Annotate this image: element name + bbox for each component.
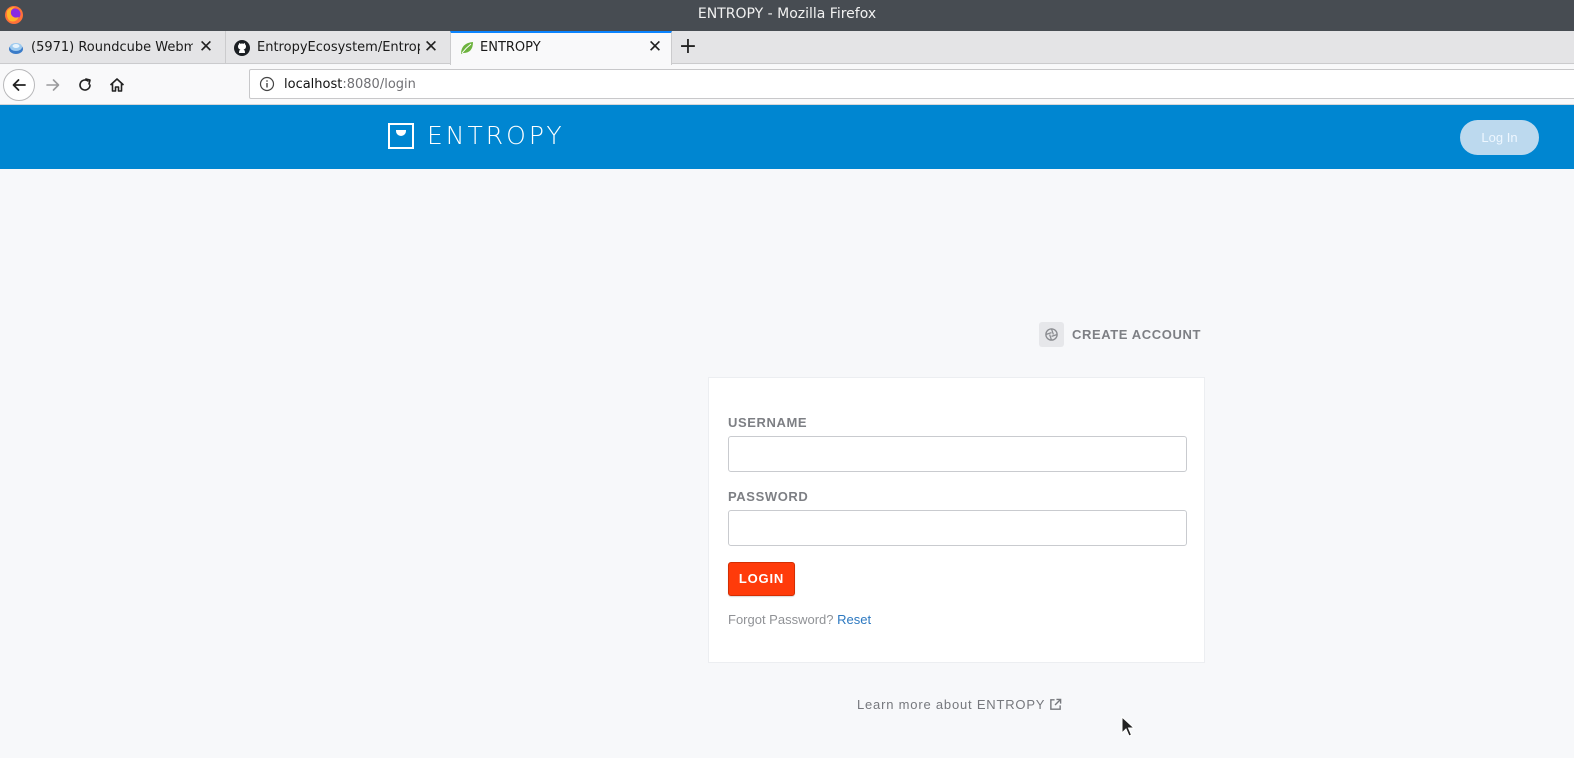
tab-github[interactable]: EntropyEcosystem/Entropy ✕ — [225, 31, 449, 64]
login-card: USERNAME PASSWORD LOGIN Forgot Password?… — [708, 377, 1205, 663]
forward-button[interactable] — [37, 69, 69, 101]
tab-label: ENTROPY — [480, 40, 541, 55]
password-input[interactable] — [728, 510, 1187, 546]
forgot-password-text: Forgot Password? — [728, 612, 834, 627]
entropy-logo-icon[interactable] — [388, 123, 414, 149]
mouse-pointer-icon — [1121, 716, 1135, 737]
window-titlebar: ENTROPY - Mozilla Firefox — [0, 0, 1574, 31]
spring-leaf-icon — [461, 42, 473, 54]
password-label: PASSWORD — [728, 489, 809, 504]
url-text[interactable]: localhost:8080/login — [284, 77, 416, 92]
reload-icon — [79, 78, 91, 91]
tab-label: EntropyEcosystem/Entropy — [257, 40, 420, 55]
brand-name[interactable]: ENTROPY — [427, 121, 565, 150]
reset-password-link[interactable]: Reset — [837, 612, 871, 627]
close-tab-icon[interactable]: ✕ — [645, 37, 665, 57]
home-icon — [109, 78, 125, 92]
home-button[interactable] — [101, 69, 133, 101]
username-input[interactable] — [728, 436, 1187, 472]
tab-roundcube[interactable]: (5971) Roundcube Webmail ✕ — [0, 31, 224, 64]
close-tab-icon[interactable]: ✕ — [421, 37, 441, 57]
arrow-right-icon — [46, 79, 60, 91]
arrow-left-icon — [12, 79, 26, 91]
tab-strip: (5971) Roundcube Webmail ✕ EntropyEcosys… — [0, 31, 1574, 65]
navigation-toolbar: localhost:8080/login — [0, 65, 1574, 105]
tab-entropy[interactable]: ENTROPY ✕ — [450, 31, 672, 65]
close-tab-icon[interactable]: ✕ — [196, 37, 216, 57]
url-host: localhost — [284, 77, 343, 92]
site-info-icon[interactable] — [259, 76, 275, 92]
github-icon — [234, 40, 250, 56]
create-account-label: CREATE ACCOUNT — [1072, 327, 1202, 342]
aperture-icon — [1039, 322, 1064, 347]
tab-label: (5971) Roundcube Webmail — [31, 40, 193, 55]
window-title: ENTROPY - Mozilla Firefox — [697, 6, 877, 22]
back-button[interactable] — [3, 69, 35, 101]
header-login-button[interactable]: Log In — [1460, 120, 1539, 155]
username-label: USERNAME — [728, 415, 808, 430]
reload-button[interactable] — [69, 69, 101, 101]
forgot-password: Forgot Password? Reset — [728, 612, 871, 627]
roundcube-icon — [9, 43, 23, 54]
new-tab-plus-icon[interactable]: + — [676, 35, 700, 59]
create-account-link[interactable]: CREATE ACCOUNT — [1039, 322, 1201, 347]
login-button[interactable]: LOGIN — [728, 562, 795, 596]
address-bar[interactable]: localhost:8080/login — [249, 69, 1574, 99]
external-link-icon — [1050, 698, 1062, 710]
app-header — [0, 105, 1574, 169]
learn-more-link[interactable]: Learn more about ENTROPY — [857, 697, 1062, 712]
url-path: :8080/login — [342, 77, 416, 92]
learn-more-label: Learn more about ENTROPY — [857, 697, 1046, 712]
